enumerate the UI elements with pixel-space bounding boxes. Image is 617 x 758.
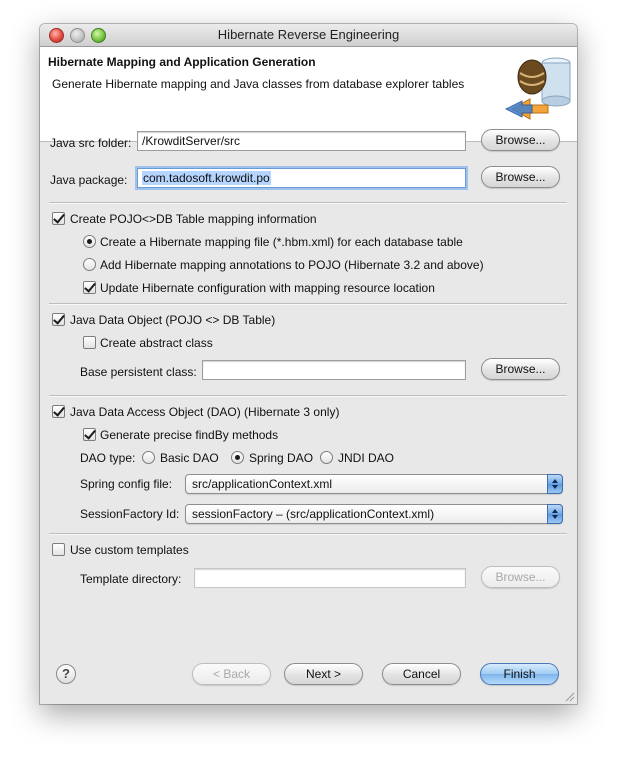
page-subtitle: Generate Hibernate mapping and Java clas… <box>52 77 465 91</box>
pojo-mapping-label: Create POJO<>DB Table mapping informatio… <box>70 212 317 226</box>
resize-grip-icon[interactable] <box>563 690 575 702</box>
template-directory-input[interactable] <box>194 568 466 588</box>
dao-checkbox[interactable] <box>52 405 65 418</box>
hbm-file-radio[interactable] <box>83 235 96 248</box>
select-arrows-icon <box>547 504 563 524</box>
base-persistent-class-input[interactable] <box>202 360 466 380</box>
back-button[interactable]: < Back <box>192 663 271 685</box>
java-package-input[interactable]: com.tadosoft.krowdit.po <box>137 168 466 188</box>
update-config-label: Update Hibernate configuration with mapp… <box>100 281 435 295</box>
basic-dao-label: Basic DAO <box>160 451 219 465</box>
custom-templates-label: Use custom templates <box>70 543 189 557</box>
wizard-header: Hibernate Mapping and Application Genera… <box>40 47 577 142</box>
separator <box>49 202 567 204</box>
page-title: Hibernate Mapping and Application Genera… <box>48 55 316 69</box>
abstract-class-label: Create abstract class <box>100 336 213 350</box>
dao-type-label: DAO type: <box>80 451 136 465</box>
jndi-dao-label: JNDI DAO <box>338 451 395 465</box>
findby-label: Generate precise findBy methods <box>100 428 279 442</box>
dao-label: Java Data Access Object (DAO) (Hibernate… <box>70 405 340 419</box>
jndi-dao-radio[interactable] <box>320 451 333 464</box>
zoom-window-button[interactable] <box>91 28 106 43</box>
session-factory-value: sessionFactory – (src/applicationContext… <box>192 507 435 521</box>
dialog-window: Hibernate Reverse Engineering Hibernate … <box>40 24 577 704</box>
separator <box>49 533 567 535</box>
spring-dao-radio[interactable] <box>231 451 244 464</box>
spring-config-label: Spring config file: <box>80 477 173 491</box>
java-package-selected-text: com.tadosoft.krowdit.po <box>142 171 271 185</box>
hbm-file-label: Create a Hibernate mapping file (*.hbm.x… <box>100 235 463 249</box>
select-arrows-icon <box>547 474 563 494</box>
help-button[interactable]: ? <box>56 664 76 684</box>
spring-dao-label: Spring DAO <box>249 451 314 465</box>
spring-config-select[interactable]: src/applicationContext.xml <box>185 474 563 494</box>
abstract-class-checkbox[interactable] <box>83 336 96 349</box>
base-persistent-class-label: Base persistent class: <box>80 365 197 379</box>
java-package-label: Java package: <box>50 173 128 187</box>
java-src-folder-label: Java src folder: <box>50 136 132 150</box>
next-button[interactable]: Next > <box>284 663 363 685</box>
update-config-checkbox[interactable] <box>83 281 96 294</box>
spring-config-value: src/applicationContext.xml <box>192 477 333 491</box>
annotations-radio[interactable] <box>83 258 96 271</box>
title-bar[interactable]: Hibernate Reverse Engineering <box>40 24 577 47</box>
java-data-object-label: Java Data Object (POJO <> DB Table) <box>70 313 276 327</box>
template-directory-label: Template directory: <box>80 572 182 586</box>
pojo-mapping-checkbox[interactable] <box>52 212 65 225</box>
separator <box>49 303 567 305</box>
template-browse-button[interactable]: Browse... <box>481 566 560 588</box>
window-title: Hibernate Reverse Engineering <box>217 27 400 42</box>
java-package-browse-button[interactable]: Browse... <box>481 166 560 188</box>
java-src-browse-button[interactable]: Browse... <box>481 129 560 151</box>
hibernate-database-icon <box>504 57 571 120</box>
minimize-window-button[interactable] <box>70 28 85 43</box>
custom-templates-checkbox[interactable] <box>52 543 65 556</box>
cancel-button[interactable]: Cancel <box>382 663 461 685</box>
session-factory-select[interactable]: sessionFactory – (src/applicationContext… <box>185 504 563 524</box>
java-data-object-checkbox[interactable] <box>52 313 65 326</box>
finish-button[interactable]: Finish <box>480 663 559 685</box>
base-class-browse-button[interactable]: Browse... <box>481 358 560 380</box>
close-window-button[interactable] <box>49 28 64 43</box>
findby-checkbox[interactable] <box>83 428 96 441</box>
java-src-folder-input[interactable]: /KrowditServer/src <box>137 131 466 151</box>
session-factory-label: SessionFactory Id: <box>80 507 180 521</box>
annotations-label: Add Hibernate mapping annotations to POJ… <box>100 258 484 272</box>
basic-dao-radio[interactable] <box>142 451 155 464</box>
separator <box>49 395 567 397</box>
